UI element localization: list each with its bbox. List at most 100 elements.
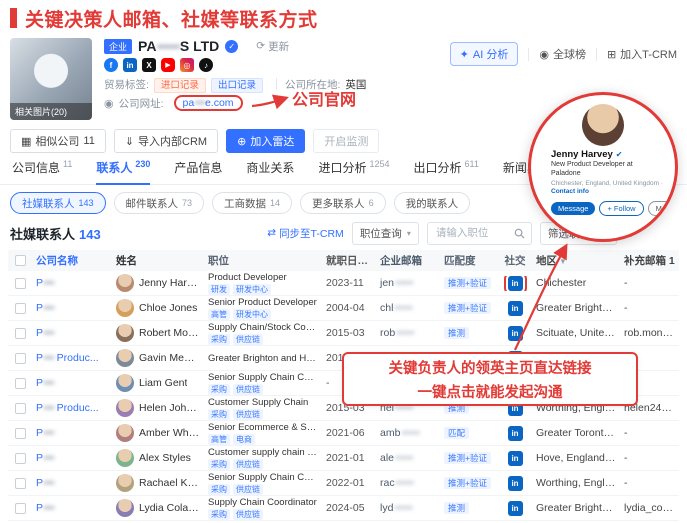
column-label: 公司名称 [36,255,78,267]
linkedin-icon[interactable]: in [508,326,523,341]
chip-邮件联系人[interactable]: 邮件联系人73 [114,192,205,214]
linkedin-icon[interactable]: in [508,501,523,516]
region-cell: Chichester [532,277,620,289]
website-callout-label: 公司官网 [292,86,356,110]
tab-联系人[interactable]: 联系人230 [96,159,150,185]
extra-email-cell: - [620,452,679,464]
row-checkbox[interactable] [15,503,26,514]
row-checkbox[interactable] [15,478,26,489]
sync-to-crm-button[interactable]: ⇄同步至T-CRM [267,226,344,241]
row-checkbox[interactable] [15,278,26,289]
action-button-label: 开启监测 [324,133,368,149]
table-row: P••••Amber WhittySenior Ecommerce & Supp… [8,421,679,446]
email-masked: ••••• [394,502,412,514]
contact-name[interactable]: Gavin Meeks [139,352,200,364]
加入雷达-button[interactable]: ⊕加入雷达 [226,129,305,153]
top-action-grid[interactable]: ⊞加入T-CRM [607,46,677,62]
email-cell[interactable]: ale••••• [376,452,440,464]
job-tags: 高管研发中心 [208,309,318,320]
row-checkbox[interactable] [15,378,26,389]
callout-line-2: 一键点击就能发起沟通 [418,381,563,402]
contact-name[interactable]: Amber Whitty [139,427,200,439]
position-search-input[interactable] [434,226,510,240]
email-cell[interactable]: jen••••• [376,277,440,289]
tiktok-icon[interactable]: ♪ [199,58,213,72]
chip-工商数据[interactable]: 工商数据14 [212,192,292,214]
开启监测-button[interactable]: 开启监测 [313,129,379,153]
email-cell[interactable]: chl••••• [376,302,440,314]
contact-name[interactable]: Rachael Kelly [139,477,200,489]
tab-出口分析[interactable]: 出口分析611 [413,159,478,185]
youtube-icon[interactable]: ▶ [161,58,175,72]
search-icon[interactable] [514,228,525,239]
linkedin-icon[interactable]: in [508,426,523,441]
extra-email-cell: rob.montagano@g... [620,327,679,339]
profile-headline: New Product Developer at Paladone [531,161,675,178]
email-cell[interactable]: rob••••• [376,327,440,339]
company-image[interactable]: 相关图片(20) [10,38,92,120]
company-cell[interactable]: P•••• [32,477,112,489]
follow-button[interactable]: + Follow [599,201,643,216]
contact-name[interactable]: Robert Monta... [139,327,200,339]
contact-info-link[interactable]: Contact info [551,188,589,195]
email-cell[interactable]: rac••••• [376,477,440,489]
row-checkbox[interactable] [15,403,26,414]
website-link[interactable]: pa••••e.com [183,97,234,109]
row-checkbox[interactable] [15,328,26,339]
chip-我的联系人[interactable]: 我的联系人 [394,192,471,214]
tab-进口分析[interactable]: 进口分析1254 [318,159,389,185]
facebook-icon[interactable]: f [104,58,118,72]
contact-name[interactable]: Chloe Jones [139,302,197,314]
company-cell[interactable]: P•••• [32,502,112,514]
chip-更多联系人[interactable]: 更多联系人6 [300,192,386,214]
company-cell[interactable]: P•••• [32,452,112,464]
contact-name[interactable]: Lydia Colasurdo [139,502,200,514]
header-col-company: 公司名称 [32,253,112,268]
company-cell[interactable]: P•••• [32,427,112,439]
row-checkbox[interactable] [15,353,26,364]
checkbox-cell [8,453,32,464]
message-button[interactable]: Message [551,202,595,215]
company-cell[interactable]: P•••• [32,302,112,314]
company-cell[interactable]: P•••• Produc... [32,402,112,414]
region-cell: Hove, England, Uni... [532,452,620,464]
company-cell[interactable]: P•••• [32,277,112,289]
instagram-icon[interactable]: ◎ [180,58,194,72]
linkedin-icon[interactable]: in [123,58,137,72]
job-tag: 采购 [208,484,230,495]
chip-社媒联系人[interactable]: 社媒联系人143 [10,192,106,214]
refresh-button[interactable]: ⟳更新 [256,39,289,54]
linkedin-icon[interactable]: in [508,451,523,466]
tab-产品信息[interactable]: 产品信息 [174,159,222,185]
contact-name[interactable]: Alex Styles [139,452,191,464]
action-button-label: 相似公司 [35,133,79,149]
email-cell[interactable]: lyd••••• [376,502,440,514]
row-checkbox[interactable] [15,303,26,314]
company-cell[interactable]: P•••• [32,327,112,339]
top-action-sparkle[interactable]: ✦AI 分析 [450,42,519,66]
contact-name[interactable]: Helen Johnstone [139,402,200,414]
table-row: P••••Jenny HarveyProduct Developer研发研发中心… [8,271,679,296]
chip-count: 6 [369,198,374,208]
top-action-globe[interactable]: ◉全球榜 [539,46,586,62]
row-checkbox[interactable] [15,428,26,439]
company-cell[interactable]: P•••• Produc... [32,352,112,364]
contact-name[interactable]: Jenny Harvey [139,277,200,289]
top-action-label: AI 分析 [473,46,508,62]
position-query-select[interactable]: 职位查询▾ [352,222,419,245]
twitter-x-icon[interactable]: X [142,58,156,72]
相似公司-button[interactable]: ▦相似公司11 [10,129,106,153]
row-checkbox[interactable] [15,453,26,464]
linkedin-icon[interactable]: in [508,476,523,491]
linkedin-icon[interactable]: in [508,276,523,291]
tab-公司信息[interactable]: 公司信息11 [12,159,72,185]
tab-商业关系[interactable]: 商业关系 [246,159,294,185]
related-images-caption[interactable]: 相关图片(20) [10,103,92,120]
company-cell[interactable]: P•••• [32,377,112,389]
contact-name[interactable]: Liam Gent [139,377,187,389]
filter-icon[interactable]: ▼ [559,257,567,266]
select-all-checkbox[interactable] [15,255,26,266]
导入内部CRM-button[interactable]: ⇓导入内部CRM [114,129,218,153]
email-cell[interactable]: amb••••• [376,427,440,439]
linkedin-icon[interactable]: in [508,301,523,316]
